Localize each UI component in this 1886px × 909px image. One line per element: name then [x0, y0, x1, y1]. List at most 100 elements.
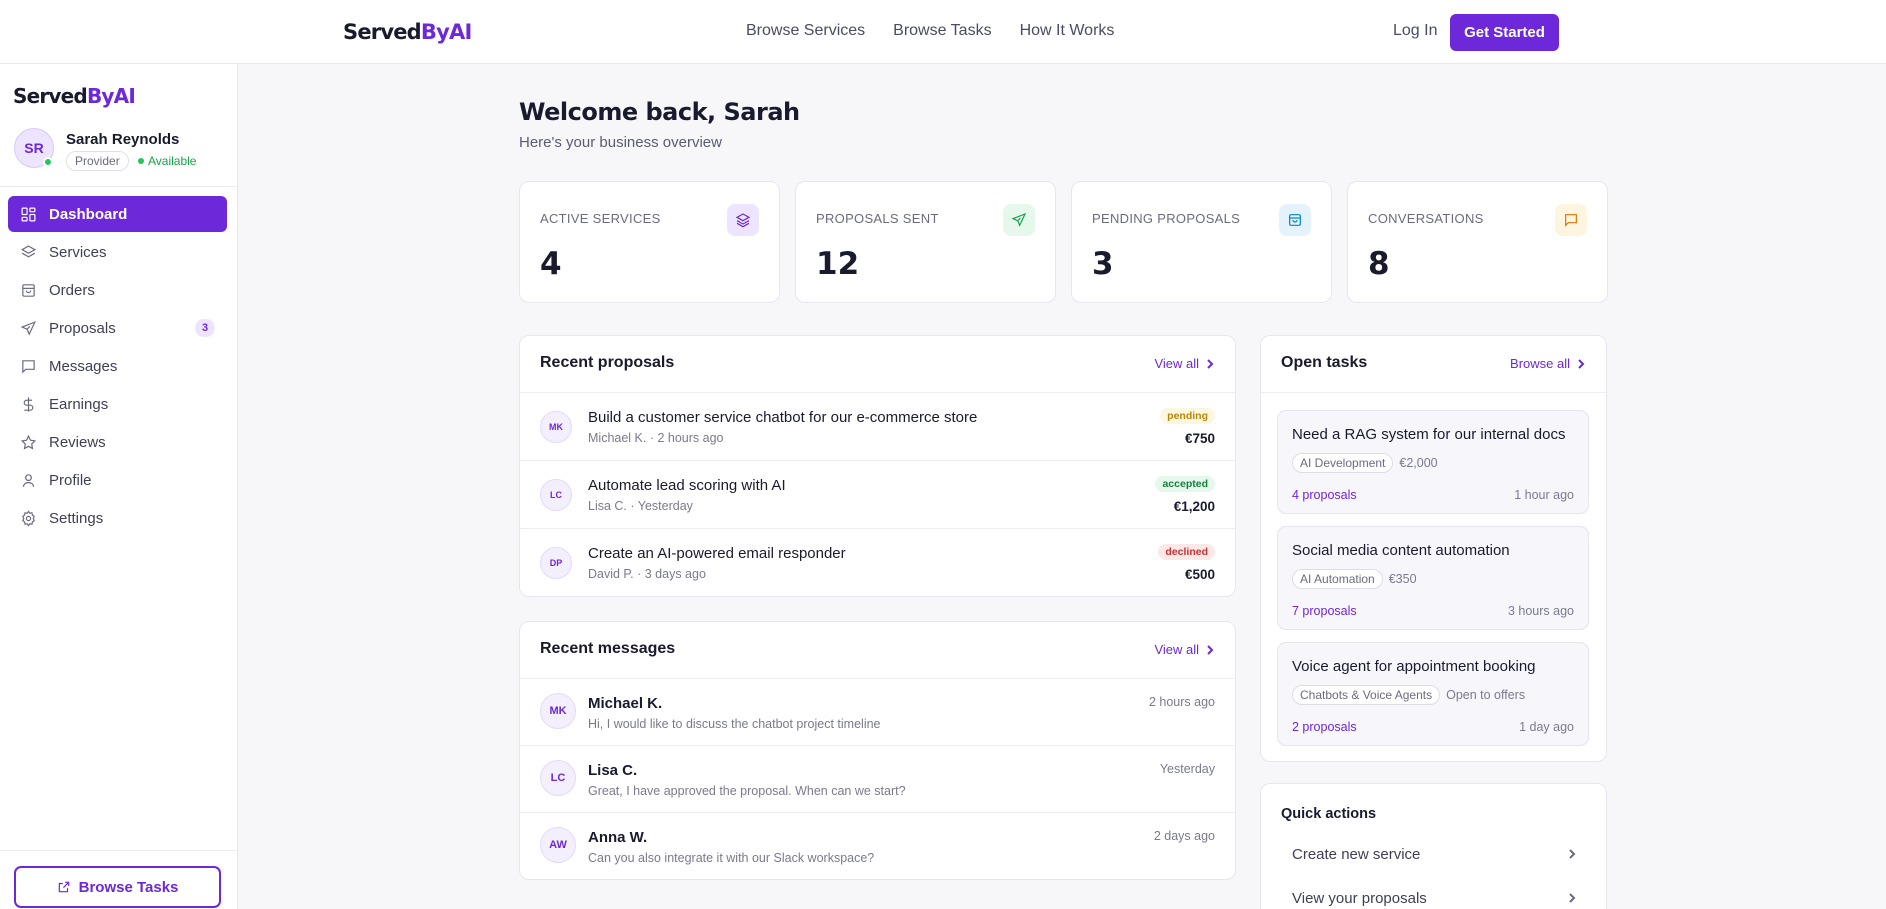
proposal-meta: David P. · 3 days ago: [588, 567, 706, 581]
proposal-meta: Lisa C. · Yesterday: [588, 499, 693, 513]
message-time: 2 hours ago: [1148, 695, 1215, 709]
sidebar: ServedByAI SR Sarah Reynolds Provider Av…: [0, 64, 238, 909]
sidebar-item-messages[interactable]: Messages: [8, 348, 227, 384]
chevron-right-icon: [1207, 358, 1214, 369]
quick-actions-card: Quick actions Create new service View yo…: [1260, 783, 1607, 909]
external-link-icon: [58, 881, 69, 893]
view-all-proposals-link[interactable]: View all: [1154, 356, 1215, 371]
link-label: View all: [1154, 642, 1199, 657]
gear-icon: [22, 509, 35, 527]
layers-icon: [20, 244, 37, 257]
status-badge: declined: [1158, 544, 1215, 560]
task-tags: AI Development €2,000: [1292, 453, 1438, 473]
task-item[interactable]: Voice agent for appointment booking Chat…: [1277, 642, 1589, 746]
chevron-right-icon: [1207, 644, 1214, 655]
task-time: 3 hours ago: [1507, 604, 1574, 618]
proposal-row[interactable]: LC Automate lead scoring with AI Lisa C.…: [520, 461, 1235, 529]
card-title: Open tasks: [1281, 354, 1368, 371]
task-budget: €350: [1388, 572, 1417, 586]
link-label: View all: [1154, 356, 1199, 371]
sidebar-item-orders[interactable]: Orders: [8, 272, 227, 308]
message-row[interactable]: AW Anna W. Can you also integrate it wit…: [520, 813, 1235, 879]
stat-value: 12: [816, 246, 860, 282]
sidebar-brand-part1: Served: [13, 84, 88, 108]
browse-all-tasks-link[interactable]: Browse all: [1510, 356, 1586, 371]
recent-messages-card: Recent messages View all MK Michael K. H…: [519, 621, 1236, 880]
message-sender: Anna W.: [588, 829, 648, 846]
quick-action-label: View your proposals: [1292, 889, 1427, 907]
chevron-right-icon: [1569, 849, 1576, 859]
sidebar-logo[interactable]: ServedByAI: [13, 84, 136, 108]
card-header: Open tasks Browse all: [1261, 336, 1606, 393]
sidebar-item-dashboard[interactable]: Dashboard: [8, 196, 227, 232]
message-icon: [1555, 204, 1587, 236]
login-link[interactable]: Log In: [1393, 22, 1437, 40]
brand-logo[interactable]: ServedByAI: [343, 20, 472, 44]
proposal-row[interactable]: MK Build a customer service chatbot for …: [520, 393, 1235, 461]
message-time: Yesterday: [1159, 762, 1215, 776]
sidebar-item-label: Settings: [49, 509, 104, 527]
page-subtitle: Here's your business overview: [519, 134, 722, 151]
send-icon: [1003, 204, 1035, 236]
card-title: Recent proposals: [540, 354, 675, 371]
stat-label: PROPOSALS SENT: [816, 211, 939, 226]
avatar: LC: [540, 479, 572, 511]
quick-action-label: Create new service: [1292, 845, 1421, 863]
bag-icon: [1279, 204, 1311, 236]
get-started-button[interactable]: Get Started: [1450, 14, 1559, 51]
quick-action-view-proposals[interactable]: View your proposals: [1277, 879, 1589, 909]
message-preview: Great, I have approved the proposal. Whe…: [588, 784, 906, 798]
avatar: MK: [540, 693, 576, 729]
user-profile: SR Sarah Reynolds Provider Available: [14, 128, 224, 176]
message-row[interactable]: MK Michael K. Hi, I would like to discus…: [520, 679, 1235, 746]
proposal-count: 7 proposals: [1292, 604, 1357, 618]
quick-action-create-service[interactable]: Create new service: [1277, 835, 1589, 873]
nav-link-browse-tasks[interactable]: Browse Tasks: [893, 22, 991, 40]
proposal-amount: €750: [1184, 431, 1215, 446]
top-navbar: ServedByAI Browse Services Browse Tasks …: [0, 0, 1886, 64]
page-title: Welcome back, Sarah: [519, 98, 800, 126]
message-row[interactable]: LC Lisa C. Great, I have approved the pr…: [520, 746, 1235, 813]
chevron-right-icon: [1569, 893, 1576, 903]
task-item[interactable]: Need a RAG system for our internal docs …: [1277, 410, 1589, 514]
nav-link-browse-services[interactable]: Browse Services: [746, 22, 865, 40]
message-preview: Hi, I would like to discuss the chatbot …: [588, 717, 881, 731]
sidebar-item-reviews[interactable]: Reviews: [8, 424, 227, 460]
task-tags: Chatbots & Voice Agents Open to offers: [1292, 685, 1525, 705]
task-item[interactable]: Social media content automation AI Autom…: [1277, 526, 1589, 630]
avatar: AW: [540, 827, 576, 863]
sidebar-item-label: Proposals: [49, 319, 116, 337]
recent-proposals-card: Recent proposals View all MK Build a cus…: [519, 335, 1236, 597]
sidebar-item-proposals[interactable]: Proposals 3: [8, 310, 227, 346]
sidebar-item-earnings[interactable]: Earnings: [8, 386, 227, 422]
nav-link-how-it-works[interactable]: How It Works: [1020, 22, 1115, 40]
sidebar-item-label: Messages: [49, 357, 118, 375]
stat-value: 3: [1092, 246, 1114, 282]
sidebar-item-settings[interactable]: Settings: [8, 500, 227, 536]
category-tag: AI Automation: [1292, 569, 1383, 589]
proposal-title: Automate lead scoring with AI: [588, 477, 786, 494]
proposal-row[interactable]: DP Create an AI-powered email responder …: [520, 529, 1235, 596]
task-budget: Open to offers: [1446, 688, 1526, 702]
proposal-amount: €1,200: [1173, 499, 1215, 514]
browse-tasks-button[interactable]: Browse Tasks: [14, 866, 221, 908]
sidebar-item-services[interactable]: Services: [8, 234, 227, 270]
stat-label: ACTIVE SERVICES: [540, 211, 661, 226]
role-badge: Provider: [66, 151, 129, 171]
message-preview: Can you also integrate it with our Slack…: [588, 851, 875, 865]
user-icon: [22, 473, 35, 487]
avatar: DP: [540, 547, 572, 579]
card-header: Recent messages View all: [520, 622, 1235, 679]
brand-name-part2: ByAI: [420, 20, 472, 44]
message-sender: Lisa C.: [588, 762, 638, 779]
view-all-messages-link[interactable]: View all: [1154, 642, 1215, 657]
proposal-title: Create an AI-powered email responder: [588, 545, 846, 562]
proposal-meta: Michael K. · 2 hours ago: [588, 431, 724, 445]
sidebar-item-profile[interactable]: Profile: [8, 462, 227, 498]
status-badge: pending: [1160, 408, 1215, 424]
category-tag: AI Development: [1292, 453, 1394, 473]
card-title: Quick actions: [1281, 806, 1377, 822]
stat-card-pending-proposals: PENDING PROPOSALS 3: [1071, 181, 1332, 303]
card-header: Recent proposals View all: [520, 336, 1235, 393]
star-icon: [20, 434, 37, 450]
